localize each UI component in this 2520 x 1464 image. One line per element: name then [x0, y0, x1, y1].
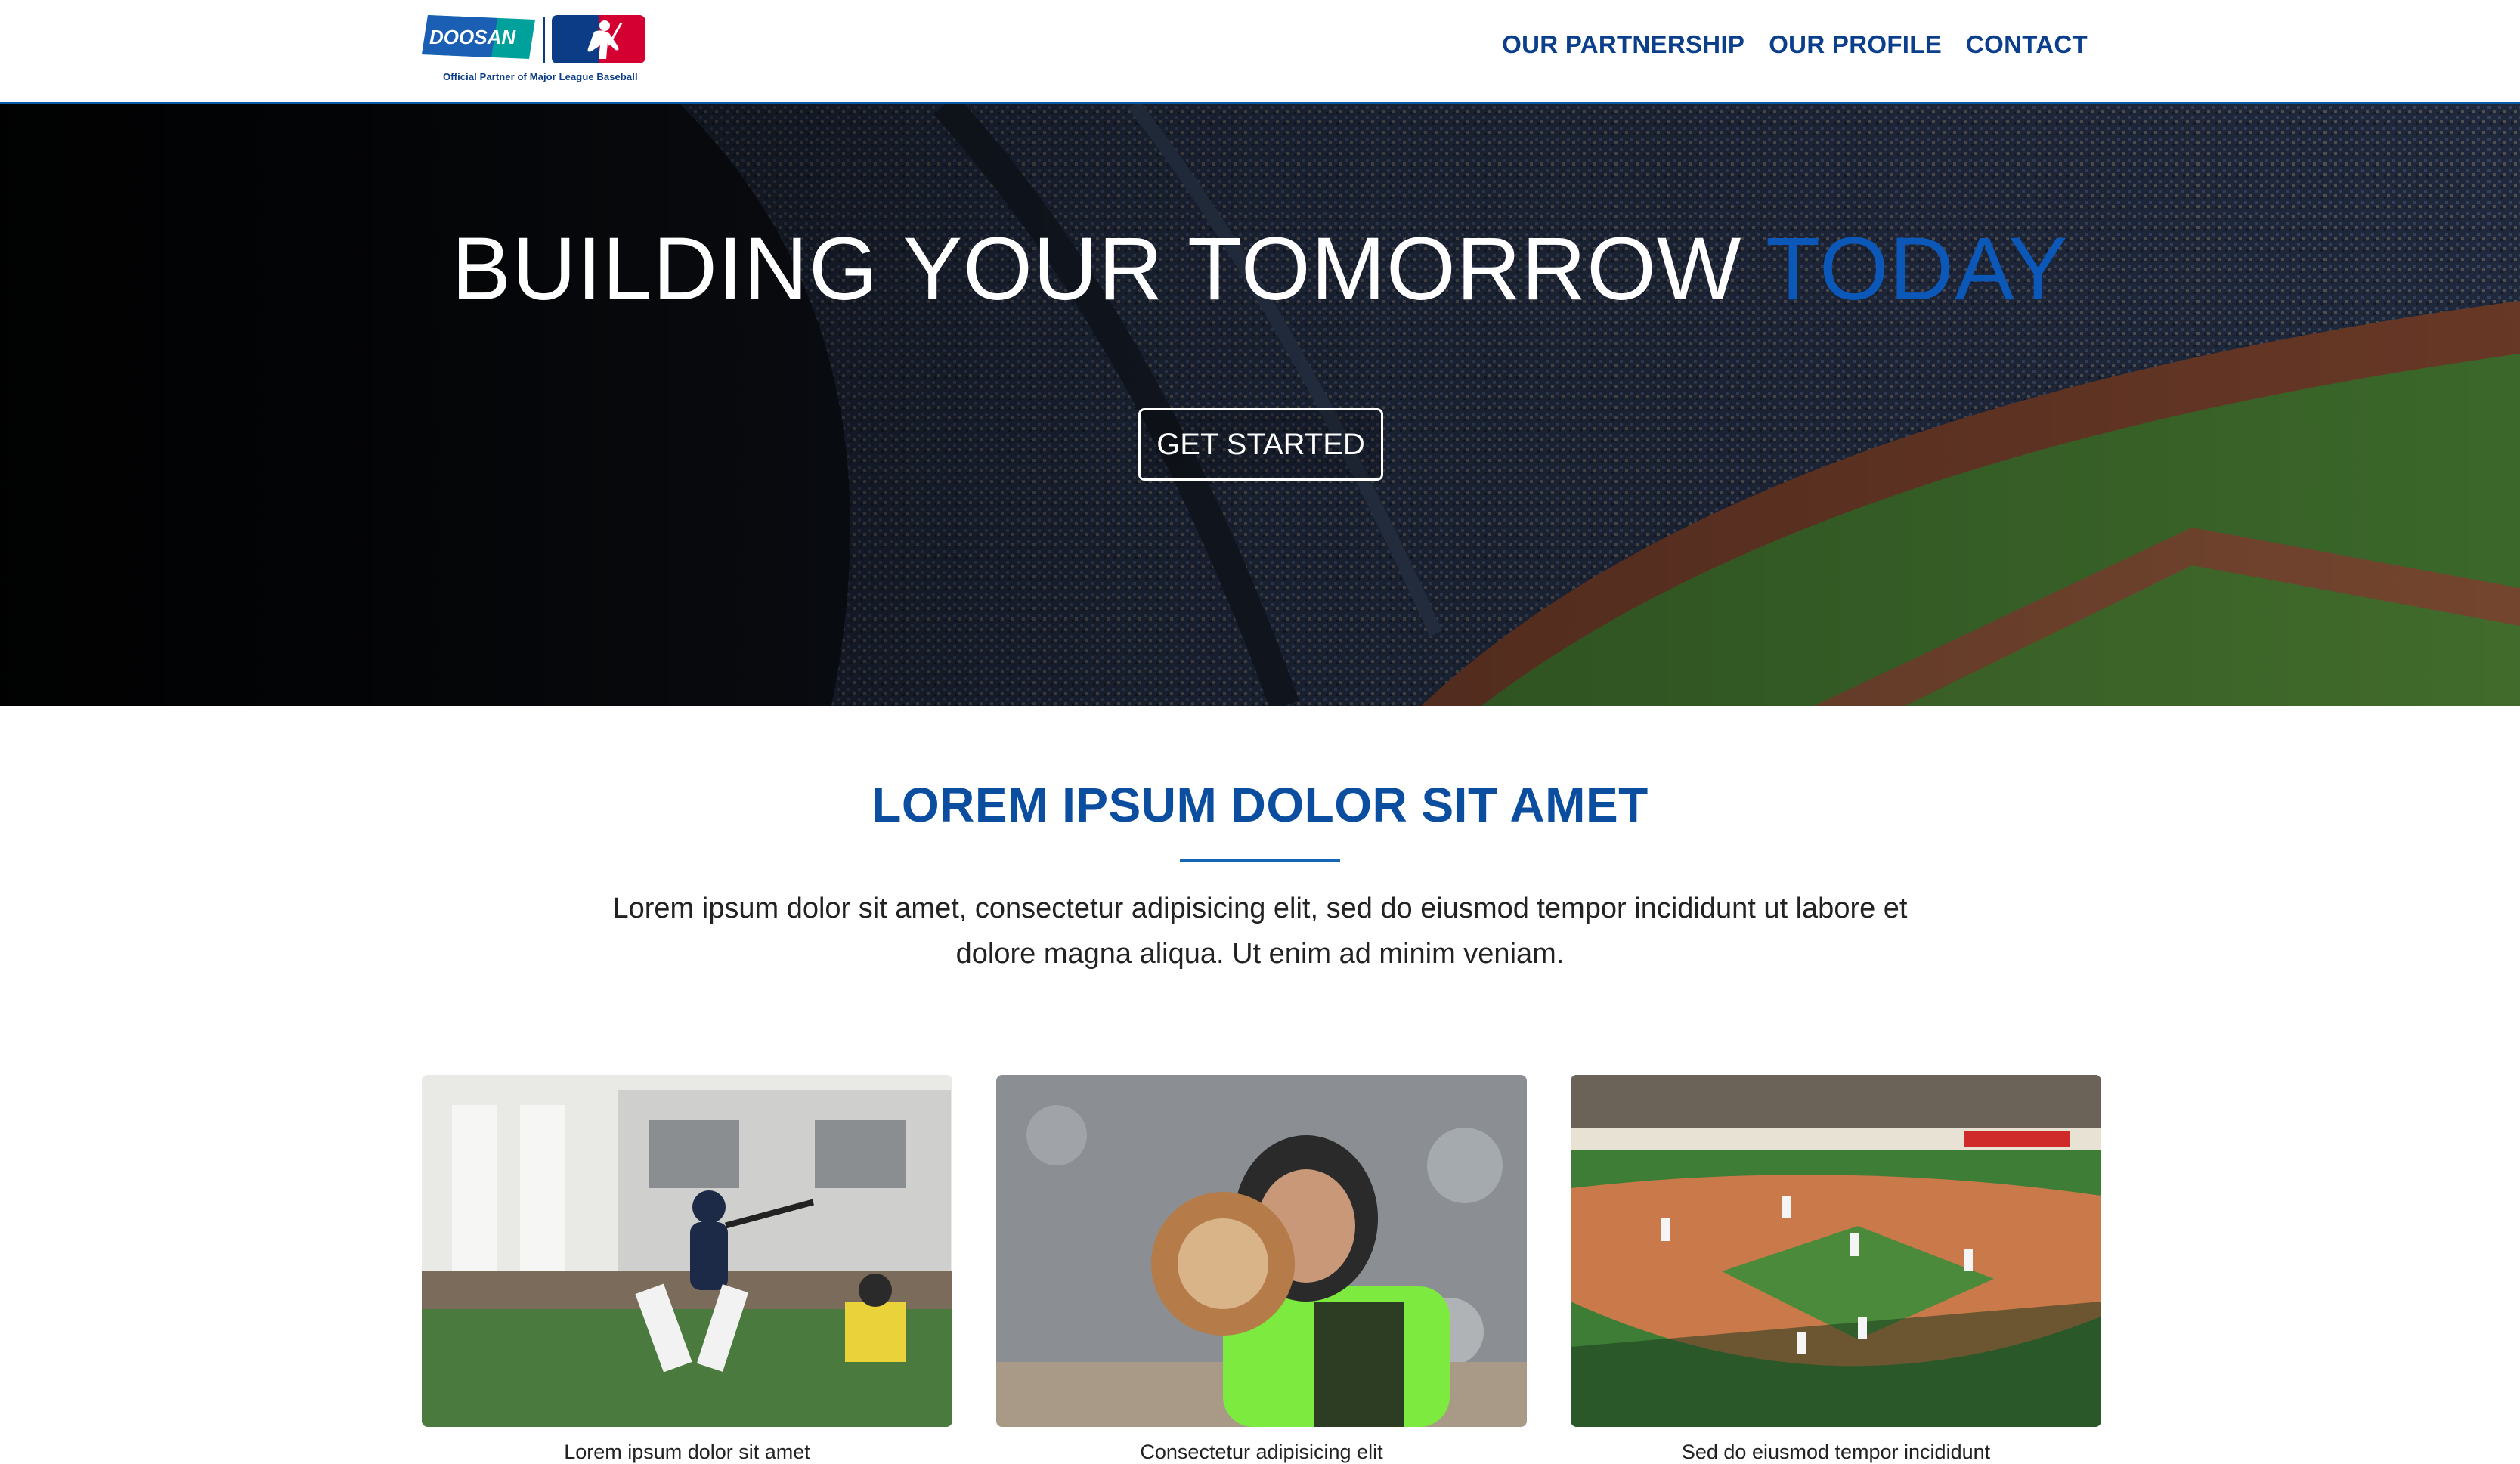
logo[interactable]: DOOSAN Official Partner of Major League …: [422, 12, 649, 88]
svg-text:DOOSAN: DOOSAN: [429, 26, 516, 48]
hero-title: BUILDING YOUR TOMORROW TODAY: [0, 218, 2520, 320]
main-nav: OUR PARTNERSHIP OUR PROFILE CONTACT: [1502, 30, 2088, 59]
nav-contact[interactable]: CONTACT: [1966, 30, 2088, 59]
stadium-background-image: [0, 104, 2520, 706]
catcher-photo: [996, 1075, 1527, 1427]
section-divider: [1180, 859, 1340, 862]
nav-our-profile[interactable]: OUR PROFILE: [1769, 30, 1942, 59]
batter-photo: [422, 1075, 952, 1427]
site-header: DOOSAN Official Partner of Major League …: [0, 0, 2520, 104]
card-caption: Consectetur adipisicing elit: [1140, 1441, 1383, 1463]
mlb-logo-icon: [552, 15, 645, 63]
card-1[interactable]: Lorem ipsum dolor sit amet: [422, 1075, 952, 1464]
hero-title-accent: TODAY: [1766, 219, 2069, 319]
logo-divider: [543, 17, 545, 63]
hero-title-main: BUILDING YOUR TOMORROW: [451, 219, 1766, 319]
ballpark-photo: [1571, 1075, 2101, 1427]
doosan-logo-icon: DOOSAN: [422, 15, 535, 59]
section-body: Lorem ipsum dolor sit amet, consectetur …: [612, 893, 1908, 970]
card-3[interactable]: Sed do eiusmod tempor incididunt: [1571, 1075, 2101, 1464]
get-started-button[interactable]: GET STARTED: [1138, 408, 1383, 481]
logo-tagline: Official Partner of Major League Basebal…: [443, 71, 638, 82]
card-caption: Lorem ipsum dolor sit amet: [564, 1441, 810, 1463]
hero-section: BUILDING YOUR TOMORROW TODAY GET STARTED: [0, 104, 2520, 706]
card-2[interactable]: Consectetur adipisicing elit: [996, 1075, 1527, 1464]
section-title: LOREM IPSUM DOLOR SIT AMET: [871, 778, 1649, 832]
nav-our-partnership[interactable]: OUR PARTNERSHIP: [1502, 30, 1744, 59]
card-caption: Sed do eiusmod tempor incididunt: [1681, 1441, 1991, 1463]
